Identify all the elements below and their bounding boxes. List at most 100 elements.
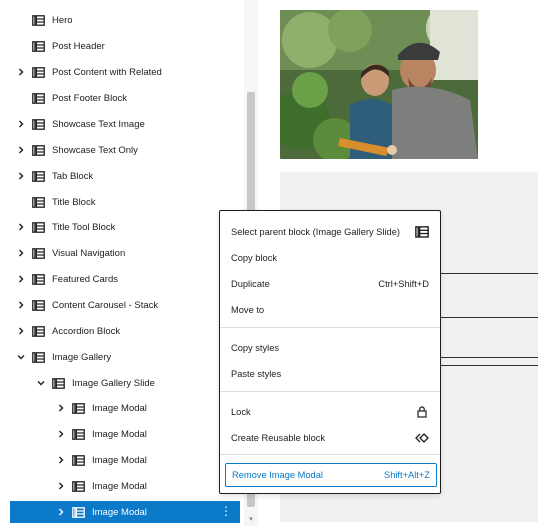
list-view-item-label: Post Footer Block: [52, 92, 127, 104]
block-icon: [32, 221, 45, 233]
list-view-item[interactable]: Image Gallery Slide: [0, 372, 244, 394]
block-icon: [32, 196, 45, 208]
chevron-right-icon[interactable]: [56, 403, 66, 413]
list-view-item[interactable]: Post Content with Related: [0, 61, 244, 83]
menu-item-select-parent-block-image-gallery-slide[interactable]: Select parent block (Image Gallery Slide…: [220, 220, 440, 244]
list-view-item[interactable]: Image Modal: [0, 475, 244, 497]
menu-item-label: Create Reusable block: [231, 433, 326, 443]
menu-item-remove-image-modal[interactable]: Remove Image Modal Shift+Alt+Z: [225, 463, 437, 487]
block-icon: [72, 480, 85, 492]
list-view-item-label: Hero: [52, 14, 73, 26]
chevron-right-icon[interactable]: [16, 248, 26, 258]
chevron-right-icon[interactable]: [16, 171, 26, 181]
list-view-item[interactable]: Image Gallery: [0, 346, 244, 368]
block-icon: [32, 14, 45, 26]
list-view-item[interactable]: Title Tool Block: [0, 216, 244, 238]
block-icon: [32, 118, 45, 130]
list-view-item[interactable]: Accordion Block: [0, 320, 244, 342]
list-view-item[interactable]: Title Block: [0, 191, 244, 213]
block-icon: [32, 247, 45, 259]
menu-item-label: Remove Image Modal: [232, 470, 323, 480]
list-view-item[interactable]: Image Modal: [0, 423, 244, 445]
menu-item-paste-styles[interactable]: Paste styles: [220, 362, 440, 386]
scroll-down-arrow-icon[interactable]: ▾: [247, 516, 255, 524]
menu-item-move-to[interactable]: Move to: [220, 298, 440, 322]
list-view-item-label: Title Block: [52, 196, 96, 208]
block-icon: [72, 454, 85, 466]
list-view-item-label: Post Content with Related: [52, 66, 162, 78]
chevron-placeholder: [16, 197, 26, 207]
list-view-item[interactable]: Post Footer Block: [0, 87, 244, 109]
list-view-item[interactable]: Image Modal: [0, 397, 244, 419]
list-view-item-label: Tab Block: [52, 170, 94, 182]
list-view-item[interactable]: Image Modal ⋮: [10, 501, 240, 523]
menu-item-label: Duplicate: [231, 279, 270, 289]
list-view-item-label: Visual Navigation: [52, 247, 126, 259]
chevron-right-icon[interactable]: [16, 67, 26, 77]
menu-item-label: Paste styles: [231, 369, 282, 379]
list-view-item-label: Featured Cards: [52, 273, 119, 285]
chevron-right-icon[interactable]: [16, 274, 26, 284]
chevron-right-icon[interactable]: [16, 145, 26, 155]
chevron-down-icon[interactable]: [36, 378, 46, 388]
chevron-right-icon[interactable]: [56, 429, 66, 439]
divider: [441, 317, 538, 318]
menu-item-label: Lock: [231, 407, 251, 417]
chevron-right-icon[interactable]: [56, 455, 66, 465]
list-view-item-label: Image Gallery: [52, 351, 112, 363]
divider: [441, 273, 538, 274]
list-view-item-label: Accordion Block: [52, 325, 121, 337]
lock-icon: [415, 406, 429, 418]
chevron-right-icon[interactable]: [16, 300, 26, 310]
menu-item-lock[interactable]: Lock: [220, 400, 440, 424]
list-view-item[interactable]: Showcase Text Only: [0, 139, 244, 161]
menu-item-duplicate[interactable]: Duplicate Ctrl+Shift+D: [220, 272, 440, 296]
divider: [441, 365, 538, 366]
list-view-item[interactable]: Post Header: [0, 35, 244, 57]
options-kebab-icon[interactable]: ⋮: [220, 504, 232, 518]
chevron-right-icon[interactable]: [56, 481, 66, 491]
list-view-item[interactable]: Content Carousel - Stack: [0, 294, 244, 316]
chevron-right-icon[interactable]: [56, 507, 66, 517]
chevron-right-icon[interactable]: [16, 119, 26, 129]
block-icon: [32, 299, 45, 311]
block-icon: [415, 226, 429, 238]
list-view-item-label: Title Tool Block: [52, 221, 116, 233]
list-view-item[interactable]: Showcase Text Image: [0, 113, 244, 135]
menu-item-label: Copy block: [231, 253, 277, 263]
list-view-item[interactable]: Visual Navigation: [0, 242, 244, 264]
menu-item-create-reusable-block[interactable]: Create Reusable block: [220, 426, 440, 450]
list-view-item[interactable]: Hero: [0, 9, 244, 31]
block-icon: [32, 170, 45, 182]
chevron-right-icon[interactable]: [16, 326, 26, 336]
gallery-image[interactable]: [280, 10, 478, 159]
list-view-item-label: Image Modal: [92, 506, 147, 518]
menu-separator: [220, 391, 440, 392]
list-view-item-label: Content Carousel - Stack: [52, 299, 159, 311]
block-icon: [32, 144, 45, 156]
block-options-menu: Select parent block (Image Gallery Slide…: [219, 210, 441, 494]
block-icon: [32, 351, 45, 363]
menu-item-label: Move to: [231, 305, 265, 315]
block-icon: [32, 40, 45, 52]
menu-item-label: Select parent block (Image Gallery Slide…: [231, 227, 400, 237]
menu-item-shortcut: Shift+Alt+Z: [384, 470, 430, 480]
block-icon: [72, 402, 85, 414]
chevron-right-icon[interactable]: [16, 222, 26, 232]
chevron-placeholder: [16, 15, 26, 25]
menu-item-label: Copy styles: [231, 343, 280, 353]
menu-item-shortcut: Ctrl+Shift+D: [378, 279, 429, 289]
chevron-placeholder: [16, 93, 26, 103]
list-view-item[interactable]: Image Modal: [0, 449, 244, 471]
list-view-item[interactable]: Tab Block: [0, 165, 244, 187]
reusable-icon: [415, 432, 429, 444]
menu-item-copy-styles[interactable]: Copy styles: [220, 336, 440, 360]
list-view-item[interactable]: Featured Cards: [0, 268, 244, 290]
list-view-item-label: Post Header: [52, 40, 105, 52]
menu-item-copy-block[interactable]: Copy block: [220, 246, 440, 270]
chevron-down-icon[interactable]: [16, 352, 26, 362]
chevron-placeholder: [16, 41, 26, 51]
block-icon: [52, 377, 65, 389]
menu-separator: [220, 454, 440, 455]
block-icon: [32, 325, 45, 337]
